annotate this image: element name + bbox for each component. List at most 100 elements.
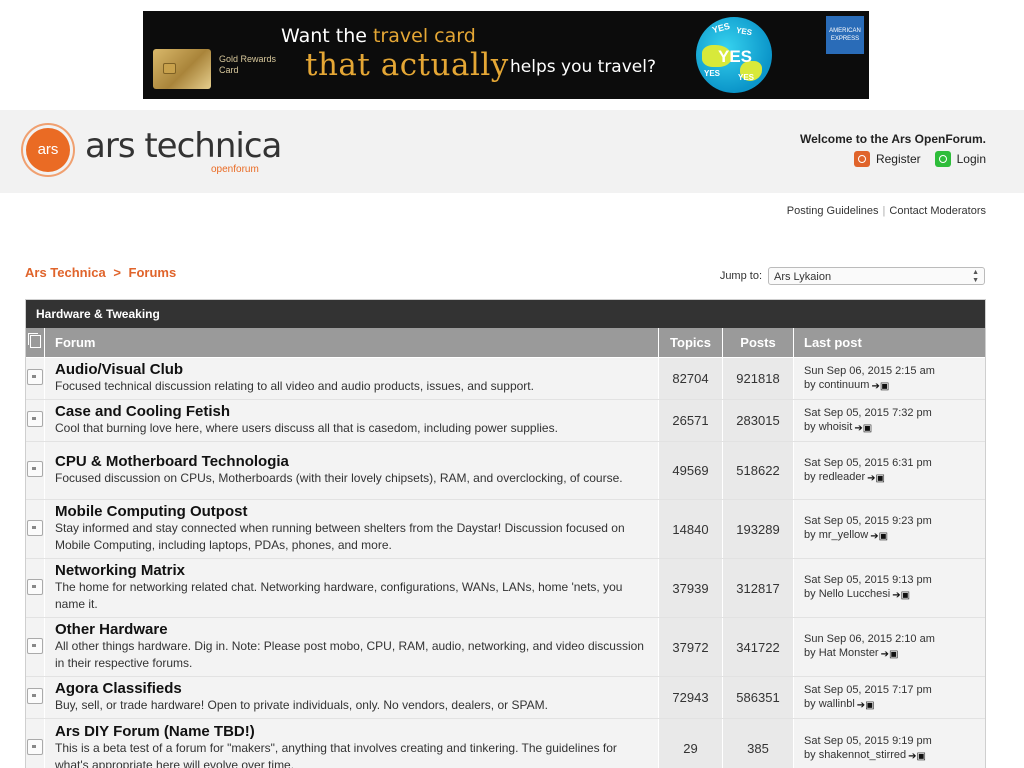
last-post-date: Sat Sep 05, 2015 9:23 pm [804, 515, 932, 527]
forum-posts-count: 921818 [722, 357, 794, 400]
forum-status-cell [26, 441, 45, 500]
credit-card-image [153, 49, 211, 89]
power-icon [934, 151, 951, 167]
view-latest-post-icon[interactable]: ➔▣ [908, 750, 926, 764]
last-post-user[interactable]: redleader [819, 471, 865, 483]
forum-topics-count: 26571 [658, 399, 723, 442]
login-link[interactable]: Login [934, 151, 986, 167]
forum-name[interactable]: CPU & Motherboard Technologia [55, 453, 648, 470]
amex-logo: AMERICAN EXPRESS [826, 16, 864, 54]
forum-row: Networking Matrix The home for networking… [26, 558, 985, 618]
last-post-date: Sat Sep 05, 2015 7:17 pm [804, 683, 932, 696]
forum-topics-count: 37939 [658, 558, 723, 618]
view-latest-post-icon[interactable]: ➔▣ [892, 589, 910, 603]
breadcrumb: Ars Technica > Forums [25, 265, 176, 280]
forum-topics-count: 49569 [658, 441, 723, 500]
last-post-date: Sat Sep 05, 2015 6:31 pm [804, 456, 932, 469]
breadcrumb-current[interactable]: Forums [129, 265, 177, 280]
last-post-user[interactable]: Nello Lucchesi [819, 588, 891, 600]
forum-name[interactable]: Mobile Computing Outpost [55, 503, 648, 520]
ad-banner[interactable]: Gold Rewards Card Want the travel card t… [143, 11, 869, 99]
forum-table: Forum Topics Posts Last post Audio/Visua… [26, 328, 985, 768]
column-posts: Posts [722, 328, 794, 358]
view-latest-post-icon[interactable]: ➔▣ [871, 380, 889, 394]
forum-description: Buy, sell, or trade hardware! Open to pr… [55, 698, 548, 712]
register-link[interactable]: Register [853, 151, 921, 167]
last-post-user[interactable]: mr_yellow [819, 529, 869, 541]
view-latest-post-icon[interactable]: ➔▣ [870, 530, 888, 544]
breadcrumb-home[interactable]: Ars Technica [25, 265, 106, 280]
forum-row: Case and Cooling Fetish Cool that burning… [26, 399, 985, 442]
forum-name[interactable]: Audio/Visual Club [55, 361, 648, 378]
last-post-user[interactable]: shakennot_stirred [819, 749, 906, 761]
contact-moderators-link[interactable]: Contact Moderators [889, 205, 986, 217]
last-post-by: by [804, 588, 816, 600]
ad-card-label: Gold Rewards Card [219, 54, 277, 75]
forum-last-post: Sat Sep 05, 2015 9:19 pm by shakennot_sti… [793, 718, 985, 768]
forum-last-post: Sat Sep 05, 2015 9:13 pm by Nello Lucches… [793, 558, 985, 618]
jump-select[interactable]: Ars Lykaion ▲ ▼ [768, 267, 985, 285]
forum-last-post: Sat Sep 05, 2015 7:17 pm by wallinbl ➔▣ [793, 676, 985, 719]
forum-info: Mobile Computing Outpost Stay informed an… [44, 499, 659, 559]
column-last-post: Last post [793, 328, 985, 358]
last-post-date: Sun Sep 06, 2015 2:15 am [804, 364, 935, 377]
forum-last-post: Sun Sep 06, 2015 2:15 am by continuum ➔▣ [793, 357, 985, 400]
site-logo-subtitle: openforum [211, 164, 259, 175]
posting-guidelines-link[interactable]: Posting Guidelines [787, 205, 879, 217]
view-latest-post-icon[interactable]: ➔▣ [854, 422, 872, 436]
site-logo[interactable]: ars technica [85, 126, 282, 166]
forum-topics-count: 14840 [658, 499, 723, 559]
last-post-user[interactable]: whoisit [819, 421, 853, 433]
forum-name[interactable]: Other Hardware [55, 621, 648, 638]
view-latest-post-icon[interactable]: ➔▣ [867, 472, 885, 486]
forum-info: Other Hardware All other things hardware.… [44, 617, 659, 677]
select-arrows-icon: ▲ ▼ [972, 269, 979, 284]
forum-name[interactable]: Networking Matrix [55, 562, 648, 579]
jump-selected-value: Ars Lykaion [774, 271, 832, 283]
forum-topics-count: 37972 [658, 617, 723, 677]
forum-category: Hardware & Tweaking Forum Topics Posts L… [25, 299, 986, 768]
forum-last-post: Sat Sep 05, 2015 7:32 pm by whoisit ➔▣ [793, 399, 985, 442]
view-latest-post-icon[interactable]: ➔▣ [881, 648, 899, 662]
forum-topics-count: 72943 [658, 676, 723, 719]
forum-rows: Audio/Visual Club Focused technical discu… [26, 357, 985, 768]
forum-last-post: Sat Sep 05, 2015 6:31 pm by redleader ➔▣ [793, 441, 985, 500]
forum-posts-count: 518622 [722, 441, 794, 500]
forum-info: Networking Matrix The home for networking… [44, 558, 659, 618]
last-post-user[interactable]: Hat Monster [819, 647, 879, 659]
welcome-message: Welcome to the Ars OpenForum. [799, 132, 986, 146]
forum-status-cell [26, 357, 45, 400]
forum-status-cell [26, 676, 45, 719]
last-post-by: by [804, 420, 816, 433]
last-post-user[interactable]: wallinbl [819, 698, 855, 710]
forum-posts-count: 385 [722, 718, 794, 768]
forum-info: Audio/Visual Club Focused technical discu… [44, 357, 659, 400]
forum-name[interactable]: Ars DIY Forum (Name TBD!) [55, 723, 648, 740]
last-post-by: by [804, 529, 816, 541]
forum-status-cell [26, 499, 45, 559]
forum-read-icon [27, 578, 43, 595]
last-post-user[interactable]: continuum [819, 379, 870, 391]
forum-row: Mobile Computing Outpost Stay informed an… [26, 499, 985, 559]
globe-icon: YES YES YES YES YES [696, 17, 772, 93]
forum-description: Cool that burning love here, where users… [55, 421, 558, 435]
jump-label: Jump to: [719, 270, 762, 282]
forum-name[interactable]: Case and Cooling Fetish [55, 403, 648, 420]
forum-last-post: Sat Sep 05, 2015 9:23 pm by mr_yellow ➔▣ [793, 499, 985, 559]
forum-posts-count: 341722 [722, 617, 794, 677]
view-latest-post-icon[interactable]: ➔▣ [857, 699, 875, 713]
ad-headline-line1: Want the travel card [281, 25, 476, 47]
forum-status-cell [26, 718, 45, 768]
breadcrumb-separator: > [113, 265, 121, 280]
ars-logo-badge[interactable]: ars [26, 128, 70, 172]
forum-read-icon [27, 688, 43, 704]
last-post-date: Sat Sep 05, 2015 9:19 pm [804, 734, 932, 747]
forum-name[interactable]: Agora Classifieds [55, 680, 648, 697]
forum-info: CPU & Motherboard Technologia Focused dis… [44, 441, 659, 500]
forum-description: This is a beta test of a forum for "make… [55, 740, 617, 768]
forum-posts-count: 312817 [722, 558, 794, 618]
category-title[interactable]: Hardware & Tweaking [26, 300, 985, 328]
link-separator: | [882, 205, 886, 217]
forum-read-icon [27, 739, 43, 755]
last-post-by: by [804, 647, 816, 659]
